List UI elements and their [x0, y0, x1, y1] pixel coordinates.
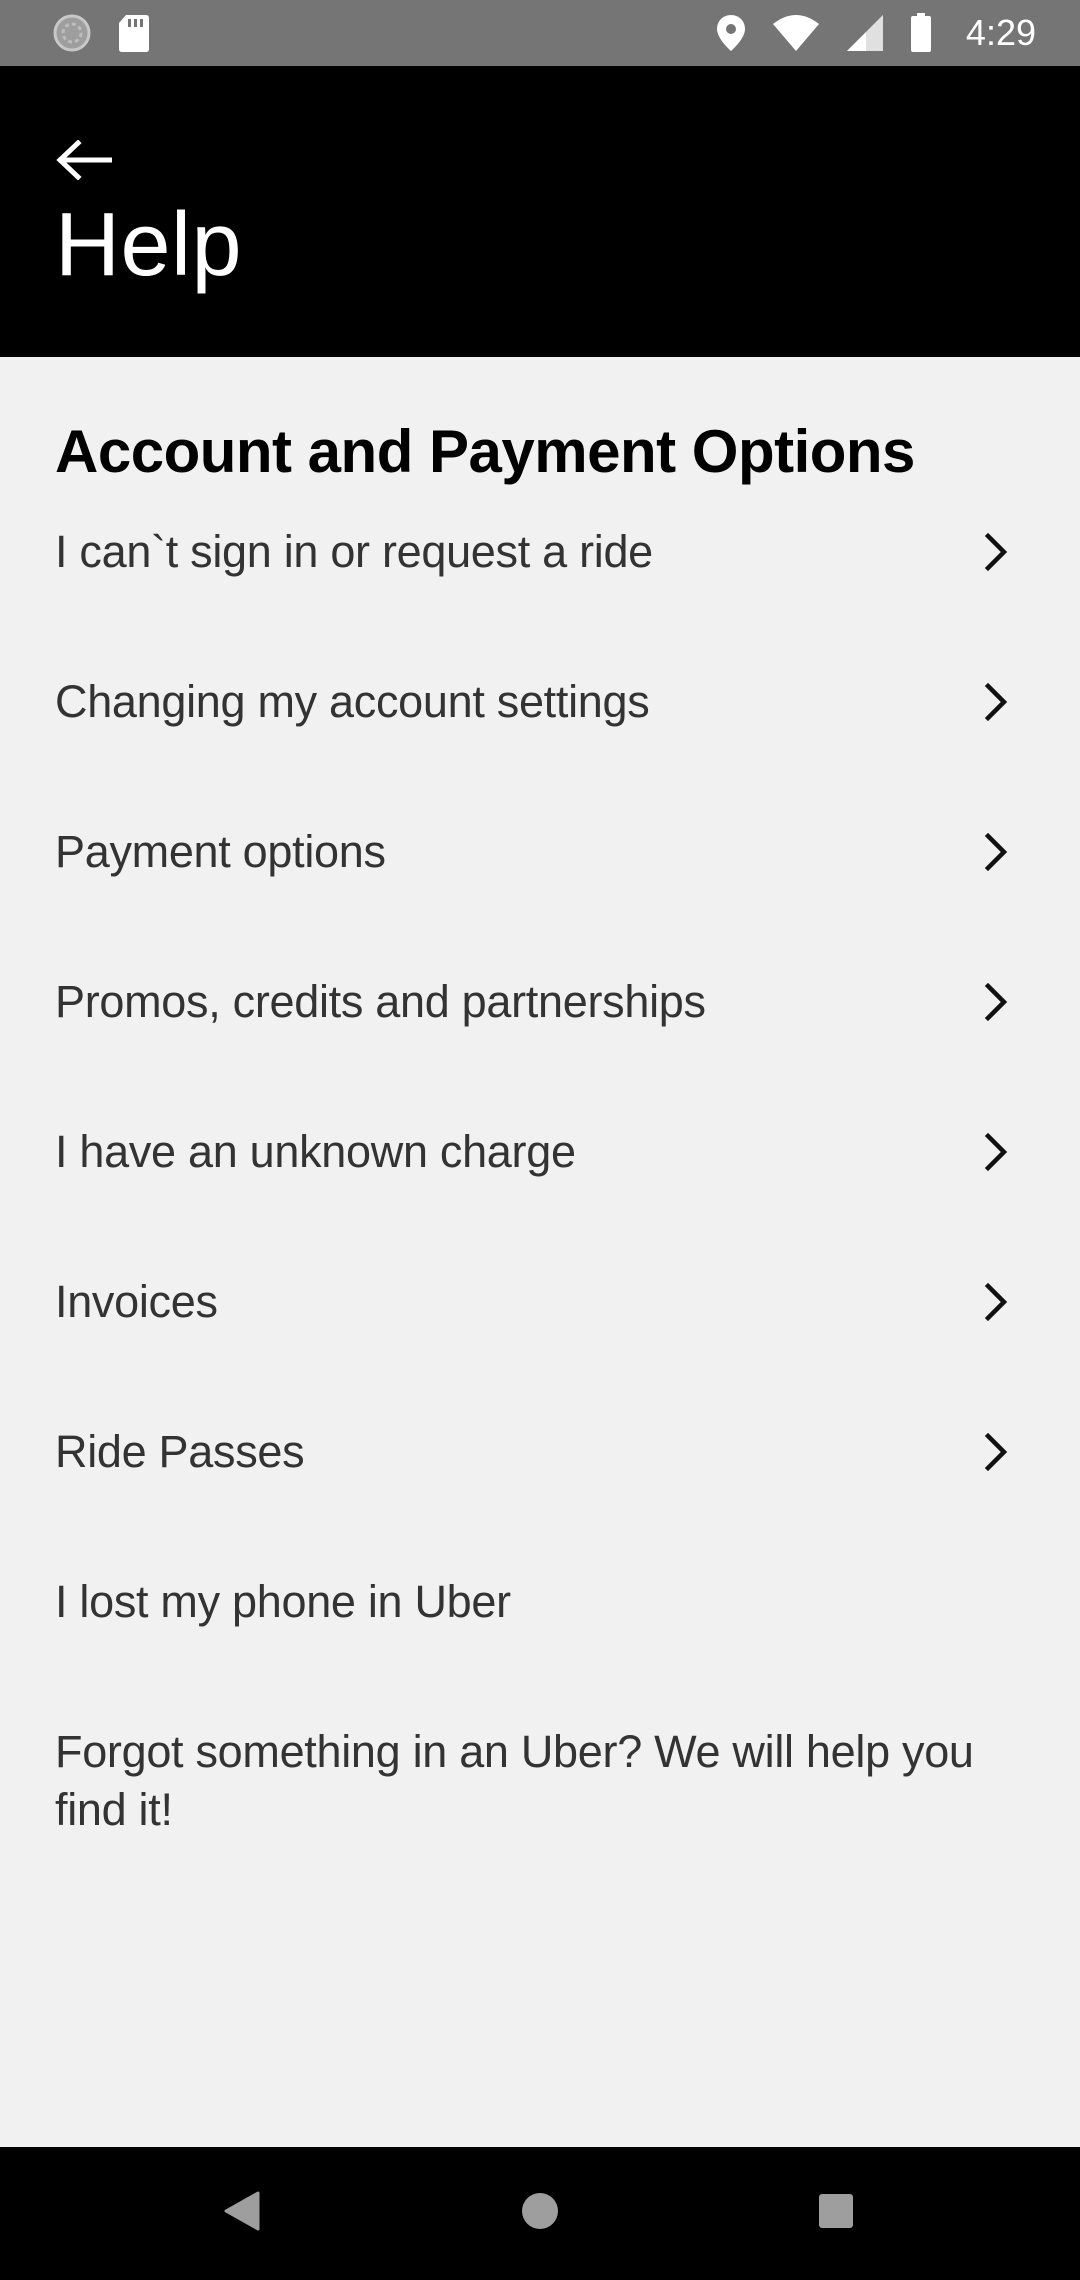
help-list-item[interactable]: Payment options: [0, 807, 1080, 957]
help-item-label: I have an unknown charge: [55, 1126, 576, 1177]
recents-square-icon: [818, 2193, 854, 2234]
status-time: 4:29: [965, 12, 1036, 53]
chevron-right-icon: [976, 973, 1016, 1031]
arrow-left-icon: [56, 138, 113, 185]
help-item-label: Ride Passes: [55, 1426, 305, 1477]
help-item-label: Payment options: [55, 826, 386, 877]
nav-home-button[interactable]: [480, 2147, 600, 2280]
location-icon: [716, 14, 746, 52]
chevron-right-icon: [976, 1273, 1016, 1331]
screen: 4:29 Help Account and Payment Options I …: [0, 0, 1080, 2280]
help-list: I can`t sign in or request a ride Changin…: [0, 507, 1080, 1857]
help-item-label: Changing my account settings: [55, 676, 650, 727]
help-list-item[interactable]: Changing my account settings: [0, 657, 1080, 807]
nav-back-button[interactable]: [182, 2147, 302, 2280]
help-list-item[interactable]: Ride Passes: [0, 1407, 1080, 1557]
help-list-item[interactable]: Invoices: [0, 1257, 1080, 1407]
help-list-item[interactable]: Promos, credits and partnerships: [0, 957, 1080, 1107]
sd-card-icon: [118, 13, 150, 53]
help-item-label: I can`t sign in or request a ride: [55, 526, 653, 577]
chevron-right-icon: [976, 1123, 1016, 1181]
help-item-label: I lost my phone in Uber: [55, 1576, 511, 1627]
chevron-right-icon: [976, 1423, 1016, 1481]
help-list-item[interactable]: I can`t sign in or request a ride: [0, 507, 1080, 657]
help-item-label: Promos, credits and partnerships: [55, 976, 706, 1027]
system-nav-bar: [0, 2147, 1080, 2280]
loading-icon: [52, 13, 92, 53]
back-triangle-icon: [224, 2191, 260, 2236]
wifi-icon: [772, 14, 820, 52]
help-item-label: Forgot something in an Uber? We will hel…: [55, 1726, 974, 1835]
help-list-item[interactable]: I have an unknown charge: [0, 1107, 1080, 1257]
page-title: Help: [55, 195, 243, 295]
help-list-item[interactable]: I lost my phone in Uber: [0, 1557, 1080, 1707]
section-title: Account and Payment Options: [55, 418, 915, 485]
chevron-right-icon: [976, 523, 1016, 581]
battery-icon: [910, 13, 932, 53]
status-left: [52, 13, 150, 53]
home-circle-icon: [520, 2191, 560, 2236]
help-list-item[interactable]: Forgot something in an Uber? We will hel…: [0, 1707, 1080, 1857]
status-bar: 4:29: [0, 0, 1080, 66]
chevron-right-icon: [976, 673, 1016, 731]
chevron-right-icon: [976, 823, 1016, 881]
status-right: 4:29: [716, 12, 1036, 54]
signal-icon: [846, 14, 884, 52]
help-item-label: Invoices: [55, 1276, 218, 1327]
back-button[interactable]: [48, 126, 120, 198]
app-header: Help: [0, 66, 1080, 357]
nav-recents-button[interactable]: [776, 2147, 896, 2280]
